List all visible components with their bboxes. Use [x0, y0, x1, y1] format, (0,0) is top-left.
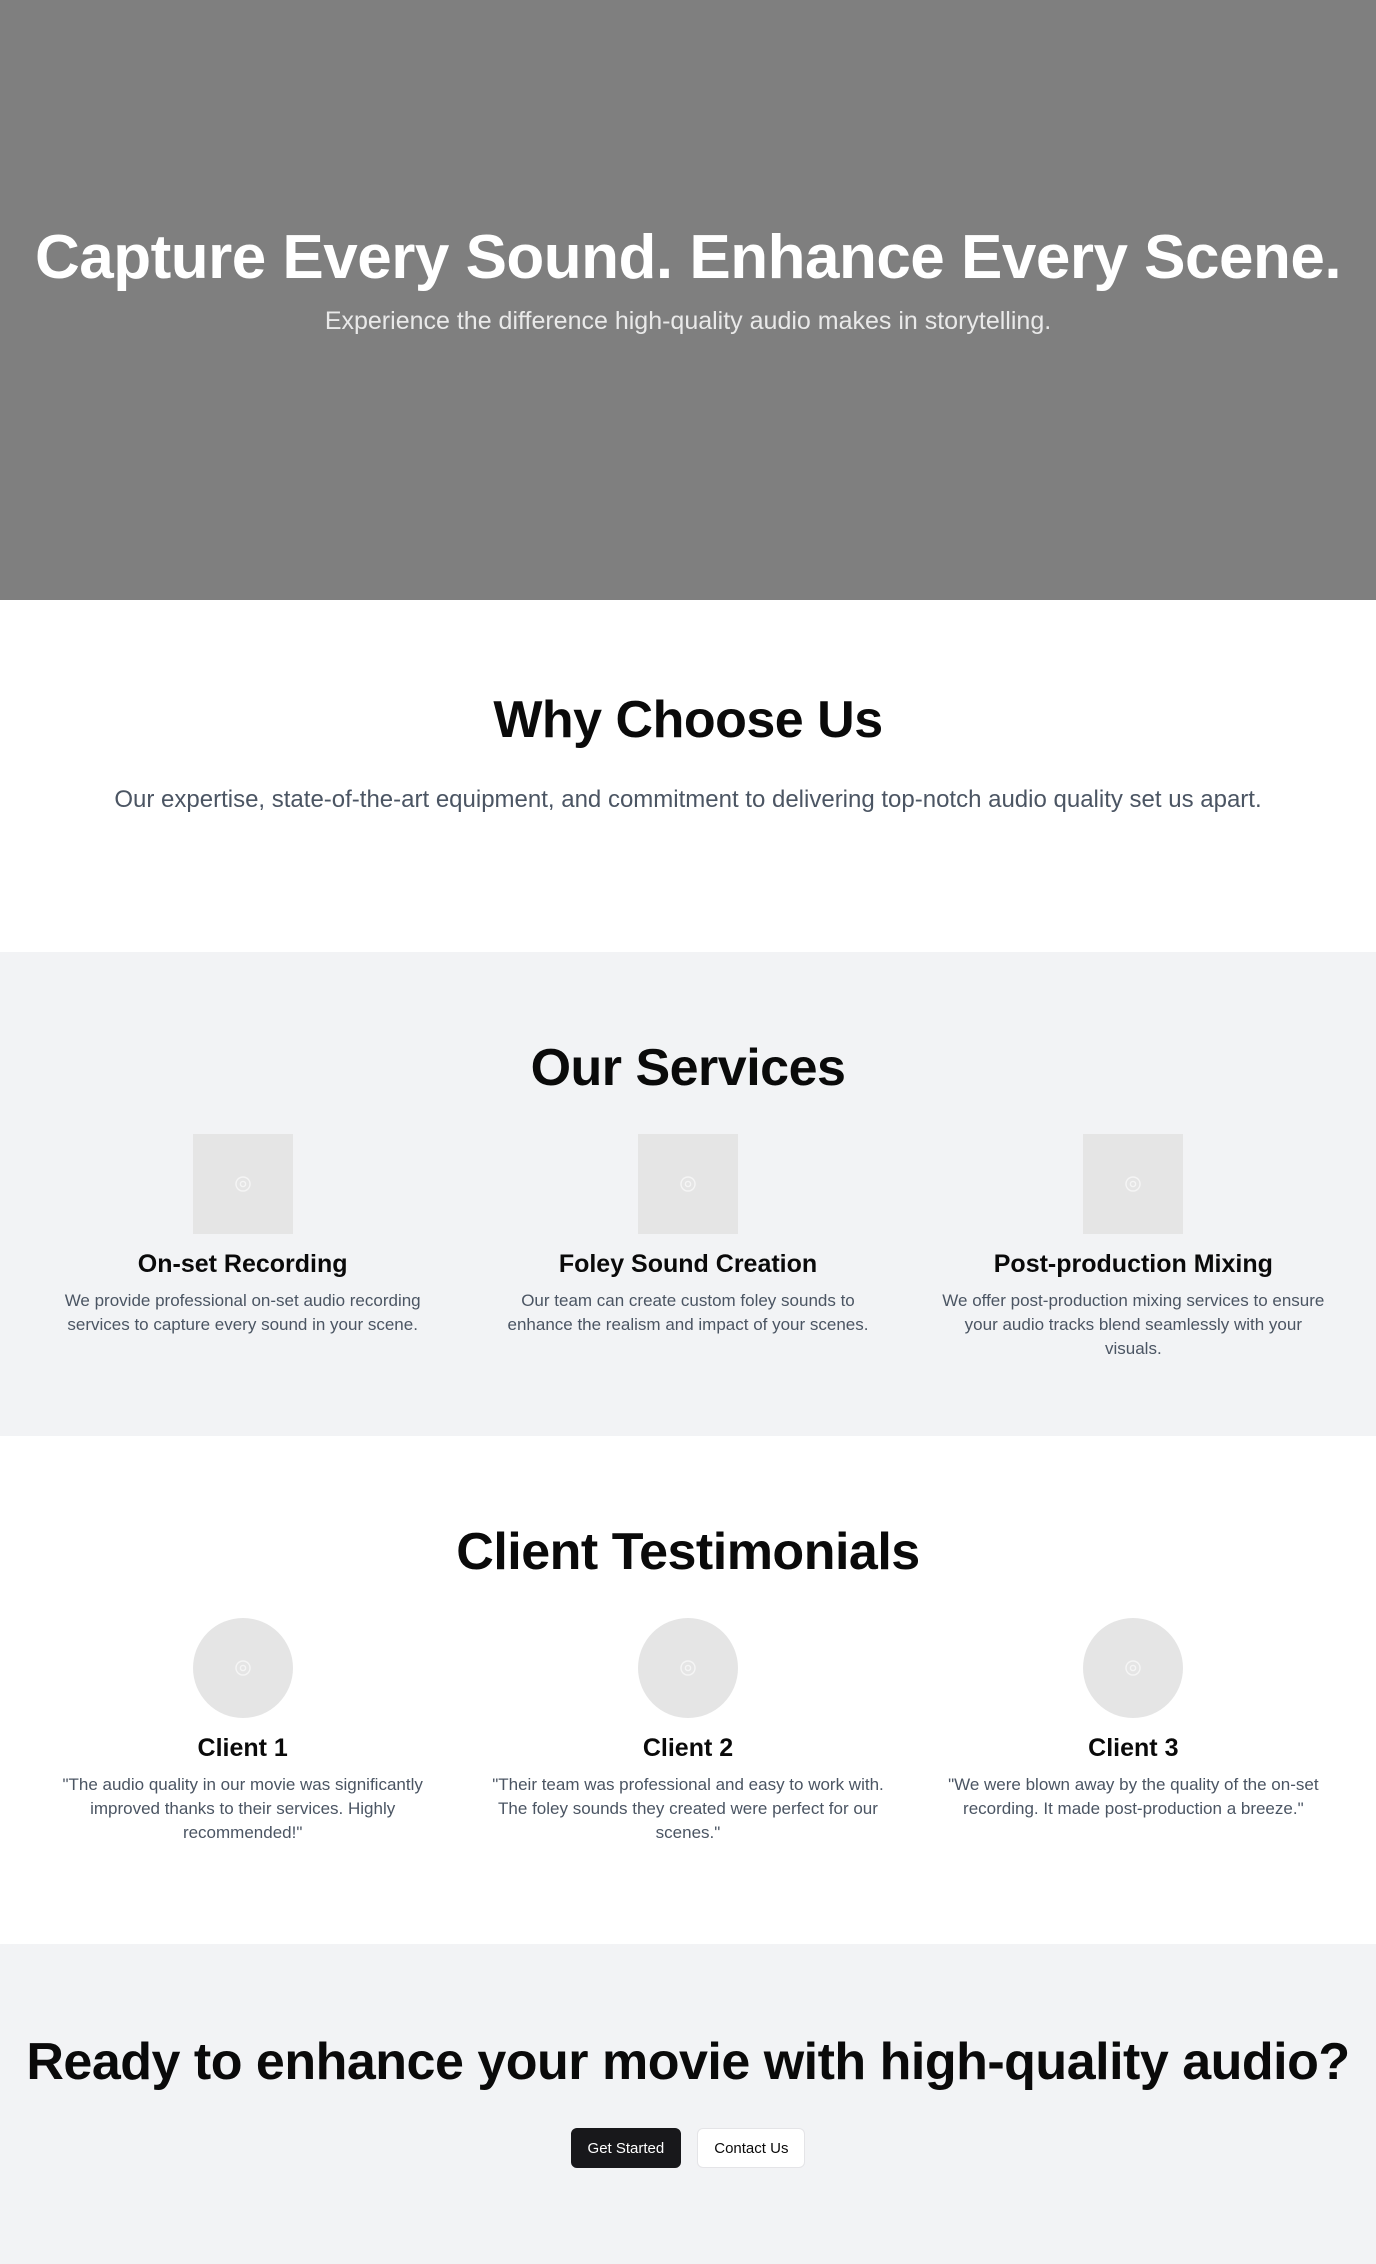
services-title: Our Services: [530, 1039, 846, 1097]
service-card: Post-production Mixing We offer post-pro…: [935, 1134, 1332, 1361]
avatar-placeholder-icon: [192, 1618, 293, 1718]
get-started-button[interactable]: Get Started: [570, 2128, 682, 2168]
hero-section: Capture Every Sound. Enhance Every Scene…: [0, 0, 1376, 600]
image-placeholder-icon: [1083, 1134, 1184, 1234]
why-title: Why Choose Us: [493, 691, 883, 749]
avatar-placeholder-icon: [637, 1618, 738, 1718]
service-title: Post-production Mixing: [993, 1250, 1273, 1278]
cta-buttons: Get Started Contact Us: [0, 2128, 1376, 2168]
service-text: We offer post-production mixing services…: [942, 1291, 1325, 1359]
hero-title: Capture Every Sound. Enhance Every Scene…: [34, 223, 1342, 293]
service-text: Our team can create custom foley sounds …: [507, 1291, 869, 1335]
service-title: On-set Recording: [137, 1250, 348, 1278]
testimonials-section: Client Testimonials Client 1 "The audio …: [0, 1436, 1376, 1944]
avatar-placeholder-icon: [1083, 1618, 1184, 1718]
image-placeholder-icon: [637, 1134, 738, 1234]
client-quote: "Their team was professional and easy to…: [492, 1775, 884, 1843]
testimonial-card: Client 1 "The audio quality in our movie…: [44, 1618, 441, 1845]
why-text: Our expertise, state-of-the-art equipmen…: [114, 786, 1262, 813]
service-card: On-set Recording We provide professional…: [44, 1134, 441, 1361]
image-placeholder-icon: [192, 1134, 293, 1234]
testimonials-title: Client Testimonials: [456, 1523, 920, 1581]
service-card: Foley Sound Creation Our team can create…: [489, 1134, 886, 1361]
cta-title: Ready to enhance your movie with high-qu…: [26, 2033, 1350, 2091]
client-name: Client 1: [197, 1734, 288, 1762]
services-section: Our Services On-set Recording We provide…: [0, 952, 1376, 1436]
testimonial-card: Client 2 "Their team was professional an…: [489, 1618, 886, 1845]
client-name: Client 3: [1088, 1734, 1179, 1762]
why-choose-us-section: Why Choose Us Our expertise, state-of-th…: [0, 600, 1376, 952]
contact-us-button[interactable]: Contact Us: [697, 2128, 806, 2168]
service-title: Foley Sound Creation: [558, 1250, 818, 1278]
client-name: Client 2: [642, 1734, 734, 1762]
client-quote: "The audio quality in our movie was sign…: [62, 1775, 423, 1843]
client-quote: "We were blown away by the quality of th…: [948, 1775, 1319, 1819]
hero-subtitle: Experience the difference high-quality a…: [324, 306, 1052, 335]
cta-section: Ready to enhance your movie with high-qu…: [0, 1944, 1376, 2264]
service-text: We provide professional on-set audio rec…: [64, 1291, 421, 1335]
testimonial-card: Client 3 "We were blown away by the qual…: [935, 1618, 1332, 1845]
services-grid: On-set Recording We provide professional…: [0, 1134, 1376, 1361]
testimonials-grid: Client 1 "The audio quality in our movie…: [0, 1618, 1376, 1845]
